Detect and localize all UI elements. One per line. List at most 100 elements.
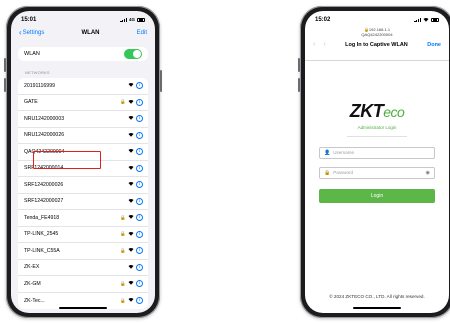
admin-login-label: Administrator Login bbox=[357, 125, 397, 130]
wifi-icon bbox=[128, 165, 134, 172]
username-field[interactable]: 👤 Username bbox=[319, 146, 435, 159]
wifi-icon bbox=[128, 264, 134, 271]
network-name: NRU1242000026 bbox=[24, 132, 65, 139]
left-phone: 15:01 4G ‹ Settings WLAN Edit WLAN NETWO… bbox=[4, 6, 162, 318]
signal-icon bbox=[414, 17, 421, 22]
password-field[interactable]: 🔒 Password ◉ bbox=[319, 166, 435, 179]
network-row[interactable]: NRU1242000026 i bbox=[18, 128, 148, 144]
network-list: 20191116999 i GATE 🔒 i NRU1242000003 i NRU12420… bbox=[18, 78, 148, 309]
divider bbox=[347, 136, 407, 137]
back-arrow-icon[interactable]: ‹ bbox=[313, 41, 315, 48]
status-bar: 15:02 bbox=[305, 11, 449, 25]
wlan-toggle[interactable] bbox=[124, 49, 142, 59]
copyright-footer: © 2024 ZKTECO CO., LTD. All rights reser… bbox=[329, 294, 425, 299]
eye-off-icon[interactable]: ◉ bbox=[426, 170, 430, 176]
wlan-toggle-row: WLAN bbox=[18, 47, 148, 61]
highlight-box bbox=[33, 151, 101, 169]
info-icon[interactable]: i bbox=[136, 263, 143, 271]
info-icon[interactable]: i bbox=[136, 197, 143, 205]
wifi-icon bbox=[128, 132, 134, 139]
login-button[interactable]: Login bbox=[319, 188, 435, 203]
volume-up-button bbox=[298, 58, 300, 72]
battery-icon bbox=[137, 17, 145, 22]
info-icon[interactable]: i bbox=[136, 98, 143, 106]
power-button bbox=[160, 70, 162, 92]
info-icon[interactable]: i bbox=[136, 82, 143, 90]
lock-icon: 🔒 bbox=[120, 231, 126, 237]
chevron-left-icon: ‹ bbox=[19, 28, 22, 37]
user-icon: 👤 bbox=[324, 149, 331, 156]
wifi-icon bbox=[128, 181, 134, 188]
signal-icon bbox=[120, 17, 127, 22]
battery-icon bbox=[431, 17, 439, 22]
captive-title: Log In to Captive WLAN bbox=[345, 41, 408, 48]
zkteco-logo: ZKTeco bbox=[349, 101, 405, 121]
network-row[interactable]: GATE 🔒 i bbox=[18, 95, 148, 111]
status-time: 15:02 bbox=[315, 16, 331, 23]
nav-bar: ‹ Settings WLAN Edit bbox=[11, 25, 155, 41]
network-row[interactable]: TP-LINK_2545 🔒 i bbox=[18, 227, 148, 243]
lock-icon: 🔒 bbox=[120, 297, 126, 303]
home-indicator[interactable] bbox=[353, 306, 401, 309]
info-icon[interactable]: i bbox=[136, 148, 143, 156]
wifi-icon bbox=[128, 231, 134, 238]
info-icon[interactable]: i bbox=[136, 297, 143, 305]
network-row[interactable]: SRF1242000027 i bbox=[18, 194, 148, 210]
wifi-icon bbox=[128, 297, 134, 304]
info-icon[interactable]: i bbox=[136, 214, 143, 222]
info-icon[interactable]: i bbox=[136, 230, 143, 238]
volume-down-button bbox=[298, 78, 300, 92]
network-name: 20191116999 bbox=[24, 82, 55, 89]
page-title: WLAN bbox=[81, 30, 100, 36]
network-name: SRF1242000026 bbox=[24, 181, 64, 188]
network-name: ZK-EX bbox=[24, 264, 40, 271]
info-icon[interactable]: i bbox=[136, 247, 143, 255]
home-indicator[interactable] bbox=[59, 306, 107, 309]
network-name: SRF1242000027 bbox=[24, 198, 64, 205]
username-placeholder: Username bbox=[333, 150, 354, 155]
network-name: ZK-GM bbox=[24, 280, 41, 287]
lock-icon: 🔒 bbox=[120, 280, 126, 286]
network-row[interactable]: Tenda_FE4918 🔒 i bbox=[18, 210, 148, 227]
info-icon[interactable]: i bbox=[136, 280, 143, 288]
network-row[interactable]: ZK-EX i bbox=[18, 260, 148, 276]
wifi-icon bbox=[423, 17, 429, 23]
wifi-icon bbox=[128, 148, 134, 155]
done-button[interactable]: Done bbox=[427, 42, 441, 48]
captive-login-screen: 15:02 🔒192.168.1.1 QAQ4242200004 ‹ › Log… bbox=[305, 11, 449, 313]
network-row[interactable]: TP-LINK_C55A 🔒 i bbox=[18, 243, 148, 260]
edit-button[interactable]: Edit bbox=[137, 30, 147, 36]
wlan-label: WLAN bbox=[24, 51, 40, 57]
wlan-settings-screen: 15:01 4G ‹ Settings WLAN Edit WLAN NETWO… bbox=[11, 11, 155, 313]
info-icon[interactable]: i bbox=[136, 115, 143, 123]
status-time: 15:01 bbox=[21, 16, 37, 23]
network-name: NRU1242000003 bbox=[24, 115, 65, 122]
wifi-icon bbox=[128, 82, 134, 89]
wifi-icon bbox=[128, 115, 134, 122]
wifi-icon bbox=[128, 280, 134, 287]
info-icon[interactable]: i bbox=[136, 164, 143, 172]
network-row[interactable]: SRF1242000026 i bbox=[18, 177, 148, 194]
wifi-icon bbox=[128, 198, 134, 205]
networks-header: NETWORKS bbox=[25, 70, 50, 75]
captive-header: 🔒192.168.1.1 QAQ4242200004 ‹ › Log In to… bbox=[305, 25, 449, 61]
info-icon[interactable]: i bbox=[136, 131, 143, 139]
network-row[interactable]: NRU1242000003 i bbox=[18, 111, 148, 128]
lock-icon: 🔒 bbox=[120, 247, 126, 253]
network-name: TP-LINK_C55A bbox=[24, 247, 60, 254]
volume-down-button bbox=[4, 78, 6, 92]
network-name: Tenda_FE4918 bbox=[24, 214, 60, 221]
url-ssid: QAQ4242200004 bbox=[361, 32, 393, 37]
status-bar: 15:01 4G bbox=[11, 11, 155, 25]
network-row[interactable]: 20191116999 i bbox=[18, 78, 148, 95]
wifi-icon bbox=[128, 214, 134, 221]
password-placeholder: Password bbox=[333, 170, 353, 175]
network-name: GATE bbox=[24, 99, 38, 106]
network-type: 4G bbox=[128, 17, 135, 22]
right-phone: 15:02 🔒192.168.1.1 QAQ4242200004 ‹ › Log… bbox=[298, 6, 450, 318]
network-name: ZK-Tec... bbox=[24, 297, 45, 304]
forward-arrow-icon[interactable]: › bbox=[323, 41, 325, 48]
info-icon[interactable]: i bbox=[136, 181, 143, 189]
network-row[interactable]: ZK-GM 🔒 i bbox=[18, 276, 148, 293]
back-button[interactable]: ‹ Settings bbox=[19, 28, 44, 37]
